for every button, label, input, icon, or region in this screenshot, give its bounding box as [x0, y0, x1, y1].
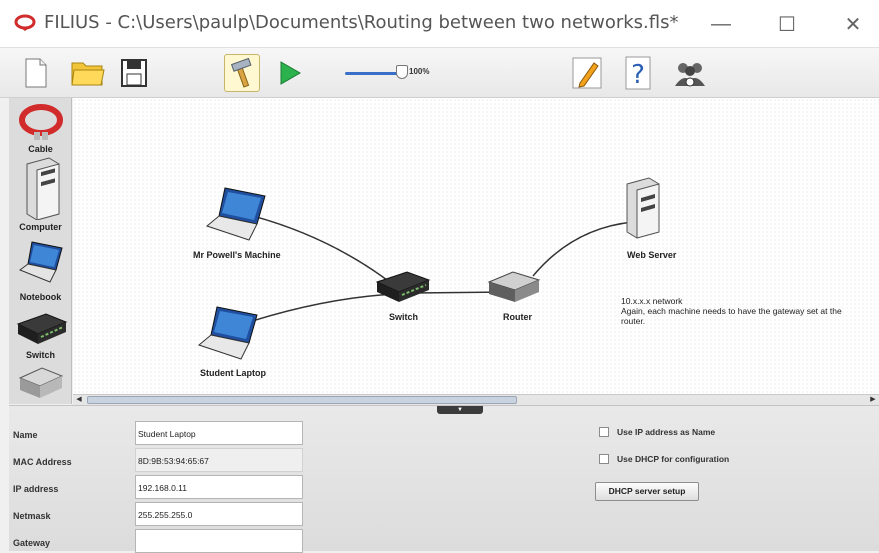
- checkbox-box[interactable]: [599, 454, 609, 464]
- palette-label-cable: Cable: [28, 144, 53, 154]
- note-line-1: 10.x.x.x network: [621, 296, 683, 306]
- netmask-label: Netmask: [13, 511, 51, 521]
- toolbar: 100% ?: [0, 48, 879, 98]
- cable-laptop-switch: [242, 293, 396, 325]
- new-file-icon: [25, 58, 47, 88]
- help-icon: ?: [625, 56, 651, 90]
- pencil-icon: [572, 57, 602, 89]
- notebook-icon: [18, 241, 63, 283]
- node-switch-icon[interactable]: [375, 268, 431, 306]
- use-ip-as-name-checkbox[interactable]: Use IP address as Name: [599, 427, 715, 437]
- scroll-right-arrow-icon[interactable]: ▶: [867, 395, 879, 405]
- scrollbar-thumb[interactable]: [87, 396, 517, 404]
- cable-icon: [18, 104, 63, 140]
- maximize-button[interactable]: ☐: [764, 8, 810, 40]
- switch-icon: [16, 313, 67, 344]
- network-note: 10.x.x.x network Again, each machine nee…: [621, 296, 861, 326]
- design-mode-button[interactable]: [224, 54, 260, 92]
- palette-item-router[interactable]: [9, 364, 71, 400]
- node-router-icon[interactable]: [487, 268, 543, 306]
- scroll-left-arrow-icon[interactable]: ◀: [73, 395, 85, 405]
- properties-panel: ▼ Name Student Laptop MAC Address 8D:9B:…: [9, 405, 879, 553]
- zoom-label: 100%: [409, 67, 430, 76]
- name-label: Name: [13, 430, 38, 440]
- palette-item-switch[interactable]: Switch: [9, 310, 71, 360]
- save-icon: [121, 59, 147, 87]
- hammer-icon: [230, 58, 252, 88]
- palette-label-notebook: Notebook: [19, 292, 62, 302]
- palette-item-cable[interactable]: Cable: [9, 102, 71, 154]
- note-line-2: Again, each machine needs to have the ga…: [621, 306, 842, 326]
- palette-label-computer: Computer: [19, 222, 62, 232]
- window-title: FILIUS - C:\Users\paulp\Documents\Routin…: [44, 12, 679, 33]
- node-student-laptop-icon[interactable]: [195, 303, 263, 363]
- play-icon: [280, 61, 301, 85]
- node-label-student-laptop: Student Laptop: [200, 368, 266, 378]
- use-dhcp-checkbox[interactable]: Use DHCP for configuration: [599, 454, 729, 464]
- use-dhcp-label: Use DHCP for configuration: [617, 454, 730, 464]
- name-field[interactable]: Student Laptop: [135, 421, 303, 445]
- svg-text:?: ?: [631, 60, 645, 90]
- open-file-button[interactable]: [70, 54, 106, 92]
- mac-address-label: MAC Address: [13, 457, 72, 467]
- filius-logo-icon: [14, 14, 36, 31]
- ip-address-label: IP address: [13, 484, 59, 494]
- palette-item-computer[interactable]: Computer: [9, 156, 71, 232]
- use-ip-as-name-label: Use IP address as Name: [617, 427, 716, 437]
- netmask-field[interactable]: 255.255.255.0: [135, 502, 303, 526]
- node-label-router: Router: [503, 312, 532, 322]
- node-mr-powell-notebook-icon[interactable]: [203, 184, 271, 244]
- folder-icon: [71, 62, 105, 86]
- component-palette: Cable Computer Notebook Switch: [9, 98, 72, 404]
- network-canvas[interactable]: Mr Powell's Machine Student Laptop Switc…: [73, 98, 879, 394]
- palette-label-switch: Switch: [25, 350, 55, 360]
- gateway-field[interactable]: [135, 529, 303, 553]
- zoom-slider-track[interactable]: [345, 72, 401, 75]
- help-button[interactable]: ?: [620, 54, 656, 92]
- minimize-button[interactable]: —: [698, 8, 744, 40]
- mac-address-field: 8D:9B:53:94:65:67: [135, 448, 303, 472]
- about-button[interactable]: [672, 54, 708, 92]
- team-info-icon: [675, 63, 705, 87]
- cable-connections: [242, 215, 634, 325]
- router-icon: [18, 367, 63, 398]
- canvas-horizontal-scrollbar[interactable]: ◀ ▶: [73, 394, 879, 405]
- title-bar: FILIUS - C:\Users\paulp\Documents\Routin…: [0, 0, 879, 48]
- new-file-button[interactable]: [18, 54, 54, 92]
- node-web-server-icon[interactable]: [623, 176, 663, 240]
- palette-item-notebook[interactable]: Notebook: [9, 238, 71, 302]
- collapse-panel-handle[interactable]: ▼: [437, 406, 483, 414]
- node-label-switch: Switch: [389, 312, 419, 322]
- checkbox-box[interactable]: [599, 427, 609, 437]
- node-label-mr-powell: Mr Powell's Machine: [193, 250, 281, 260]
- dhcp-server-setup-button[interactable]: DHCP server setup: [595, 482, 699, 501]
- close-button[interactable]: ✕: [830, 8, 876, 40]
- node-label-web-server: Web Server: [627, 250, 677, 260]
- simulation-mode-button[interactable]: [272, 54, 308, 92]
- zoom-slider-handle[interactable]: [396, 65, 408, 79]
- edit-documentation-button[interactable]: [569, 54, 605, 92]
- gateway-label: Gateway: [13, 538, 51, 548]
- save-button[interactable]: [116, 54, 152, 92]
- cable-router-server: [532, 221, 634, 277]
- ip-address-field[interactable]: 192.168.0.11: [135, 475, 303, 499]
- computer-icon: [26, 157, 59, 220]
